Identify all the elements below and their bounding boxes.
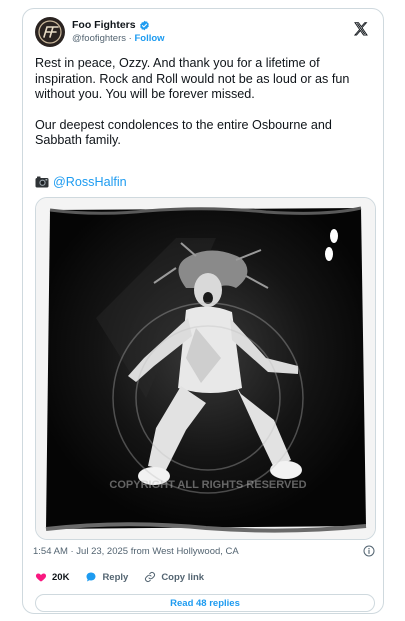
read-replies-label: Read 48 replies: [170, 597, 240, 609]
post-actions: 20K Reply Copy link: [35, 569, 375, 585]
post-paragraph: Rest in peace, Ozzy. And thank you for a…: [35, 56, 350, 102]
author-name[interactable]: Foo Fighters: [72, 19, 136, 31]
timestamp-link[interactable]: 1:54 AM · Jul 23, 2025 from West Hollywo…: [33, 546, 239, 557]
post-header: Foo Fighters @foofighters · Follow: [35, 17, 371, 57]
follow-button[interactable]: Follow: [134, 33, 164, 44]
reply-bubble-icon: [86, 572, 96, 582]
reply-label: Reply: [102, 571, 129, 583]
foo-fighters-logo-icon: [36, 18, 64, 46]
embedded-post-card: Foo Fighters @foofighters · Follow Rest …: [22, 8, 384, 614]
photo-image: COPYRIGHT ALL RIGHTS RESERVED: [36, 198, 375, 539]
author-handle[interactable]: @foofighters: [72, 33, 126, 44]
x-logo-icon[interactable]: [353, 21, 369, 37]
post-meta: 1:54 AM · Jul 23, 2025 from West Hollywo…: [33, 545, 375, 557]
like-button[interactable]: 20K: [35, 571, 69, 583]
info-icon[interactable]: [363, 545, 375, 557]
photo-credit: @RossHalfin: [35, 175, 127, 189]
photo-watermark: COPYRIGHT ALL RIGHTS RESERVED: [109, 479, 306, 491]
heart-icon: [35, 573, 47, 582]
camera-emoji-icon: [35, 176, 49, 188]
copy-link-label: Copy link: [161, 571, 205, 583]
post-photo[interactable]: COPYRIGHT ALL RIGHTS RESERVED: [35, 197, 376, 540]
avatar[interactable]: [35, 17, 65, 47]
post-paragraph: Our deepest condolences to the entire Os…: [35, 117, 332, 148]
reply-button[interactable]: Reply: [85, 571, 128, 583]
credit-mention-link[interactable]: @RossHalfin: [53, 175, 127, 189]
link-icon: [145, 572, 156, 582]
post-text: Rest in peace, Ozzy. And thank you for a…: [35, 56, 373, 164]
verified-badge-icon: [139, 20, 149, 30]
read-replies-button[interactable]: Read 48 replies: [35, 594, 375, 612]
copy-link-button[interactable]: Copy link: [144, 571, 204, 583]
like-count: 20K: [52, 571, 70, 583]
